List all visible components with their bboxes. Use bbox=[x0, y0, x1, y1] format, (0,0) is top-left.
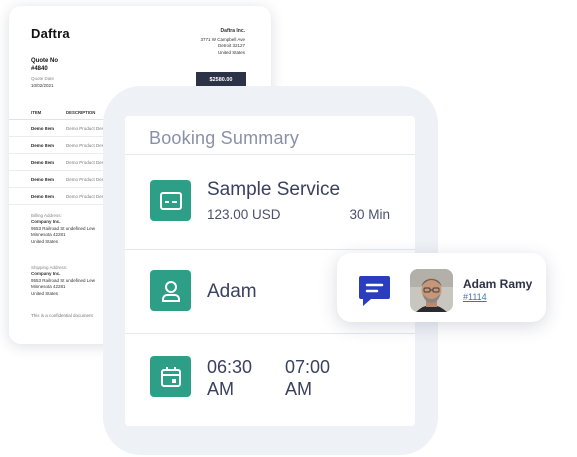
end-time-period: AM bbox=[285, 379, 312, 399]
column-header-item: ITEM bbox=[31, 110, 42, 115]
address-line: Detroit 32127 bbox=[217, 43, 245, 49]
date-value: 10/02/2021 bbox=[31, 82, 54, 88]
start-time-period: AM bbox=[207, 379, 234, 399]
row-desc: Demo Product Des bbox=[66, 160, 105, 165]
shipping-address: Shipping Address: Company Inc. 9553 Rail… bbox=[31, 265, 95, 297]
staff-name: Adam bbox=[207, 281, 257, 302]
agent-id-link[interactable]: #1114 bbox=[463, 292, 487, 302]
address-line: 3771 W Campbell Ave bbox=[200, 36, 245, 42]
start-time-value: 06:30 bbox=[207, 357, 253, 377]
start-time: 06:30 AM bbox=[207, 356, 252, 400]
row-desc: Demo Product Des bbox=[66, 126, 105, 131]
row-desc: Demo Product Des bbox=[66, 177, 105, 182]
agent-name: Adam Ramy bbox=[463, 277, 533, 291]
billing-address: Billing Address: Company Inc. 9553 Railr… bbox=[31, 213, 95, 245]
divider bbox=[125, 154, 415, 155]
quote-date-block: Quote Date 10/02/2021 bbox=[31, 76, 54, 89]
row-item: Demo Item bbox=[31, 160, 55, 165]
id-card-icon bbox=[159, 191, 182, 210]
staff-icon-box bbox=[150, 270, 191, 311]
end-time-value: 07:00 bbox=[285, 357, 331, 377]
date-label: Quote Date bbox=[31, 76, 55, 81]
quote-number: #4840 bbox=[31, 65, 48, 72]
row-desc: Demo Product Des bbox=[66, 143, 105, 148]
company-address: Daftra Inc. 3771 W Campbell Ave Detroit … bbox=[201, 28, 245, 56]
row-item: Demo Item bbox=[31, 194, 55, 199]
booking-summary-title: Booking Summary bbox=[149, 128, 300, 148]
service-duration: 30 Min bbox=[349, 207, 390, 222]
date-icon-box bbox=[150, 356, 191, 397]
divider bbox=[125, 249, 415, 250]
divider bbox=[125, 333, 415, 334]
row-item: Demo Item bbox=[31, 143, 55, 148]
person-icon bbox=[161, 280, 180, 302]
address-line: United States bbox=[217, 49, 245, 55]
billing-line: United States bbox=[31, 238, 59, 244]
row-item: Demo Item bbox=[31, 177, 55, 182]
agent-avatar-icon bbox=[410, 269, 453, 312]
end-time: 07:00 AM bbox=[285, 356, 330, 400]
calendar-icon bbox=[160, 366, 181, 387]
row-item: Demo Item bbox=[31, 126, 55, 131]
company-name: Daftra Inc. bbox=[220, 28, 245, 34]
confidential-note: This is a confidential document bbox=[31, 313, 93, 318]
chat-bubble-icon bbox=[359, 276, 390, 306]
row-desc: Demo Product Des bbox=[66, 194, 105, 199]
daftra-logo: Daftra bbox=[31, 26, 70, 41]
quote-label: Quote No bbox=[31, 58, 58, 64]
agent-card: Adam Ramy #1114 bbox=[337, 253, 546, 322]
service-name: Sample Service bbox=[207, 179, 341, 200]
column-header-description: DESCRIPTION bbox=[66, 110, 96, 115]
shipping-line: United States bbox=[31, 290, 59, 296]
avatar bbox=[410, 269, 453, 312]
service-icon-box bbox=[150, 180, 191, 221]
chat-button[interactable] bbox=[358, 274, 391, 307]
service-price: 123.00 USD bbox=[207, 207, 281, 222]
quote-number-block: Quote No #4840 bbox=[31, 58, 58, 73]
